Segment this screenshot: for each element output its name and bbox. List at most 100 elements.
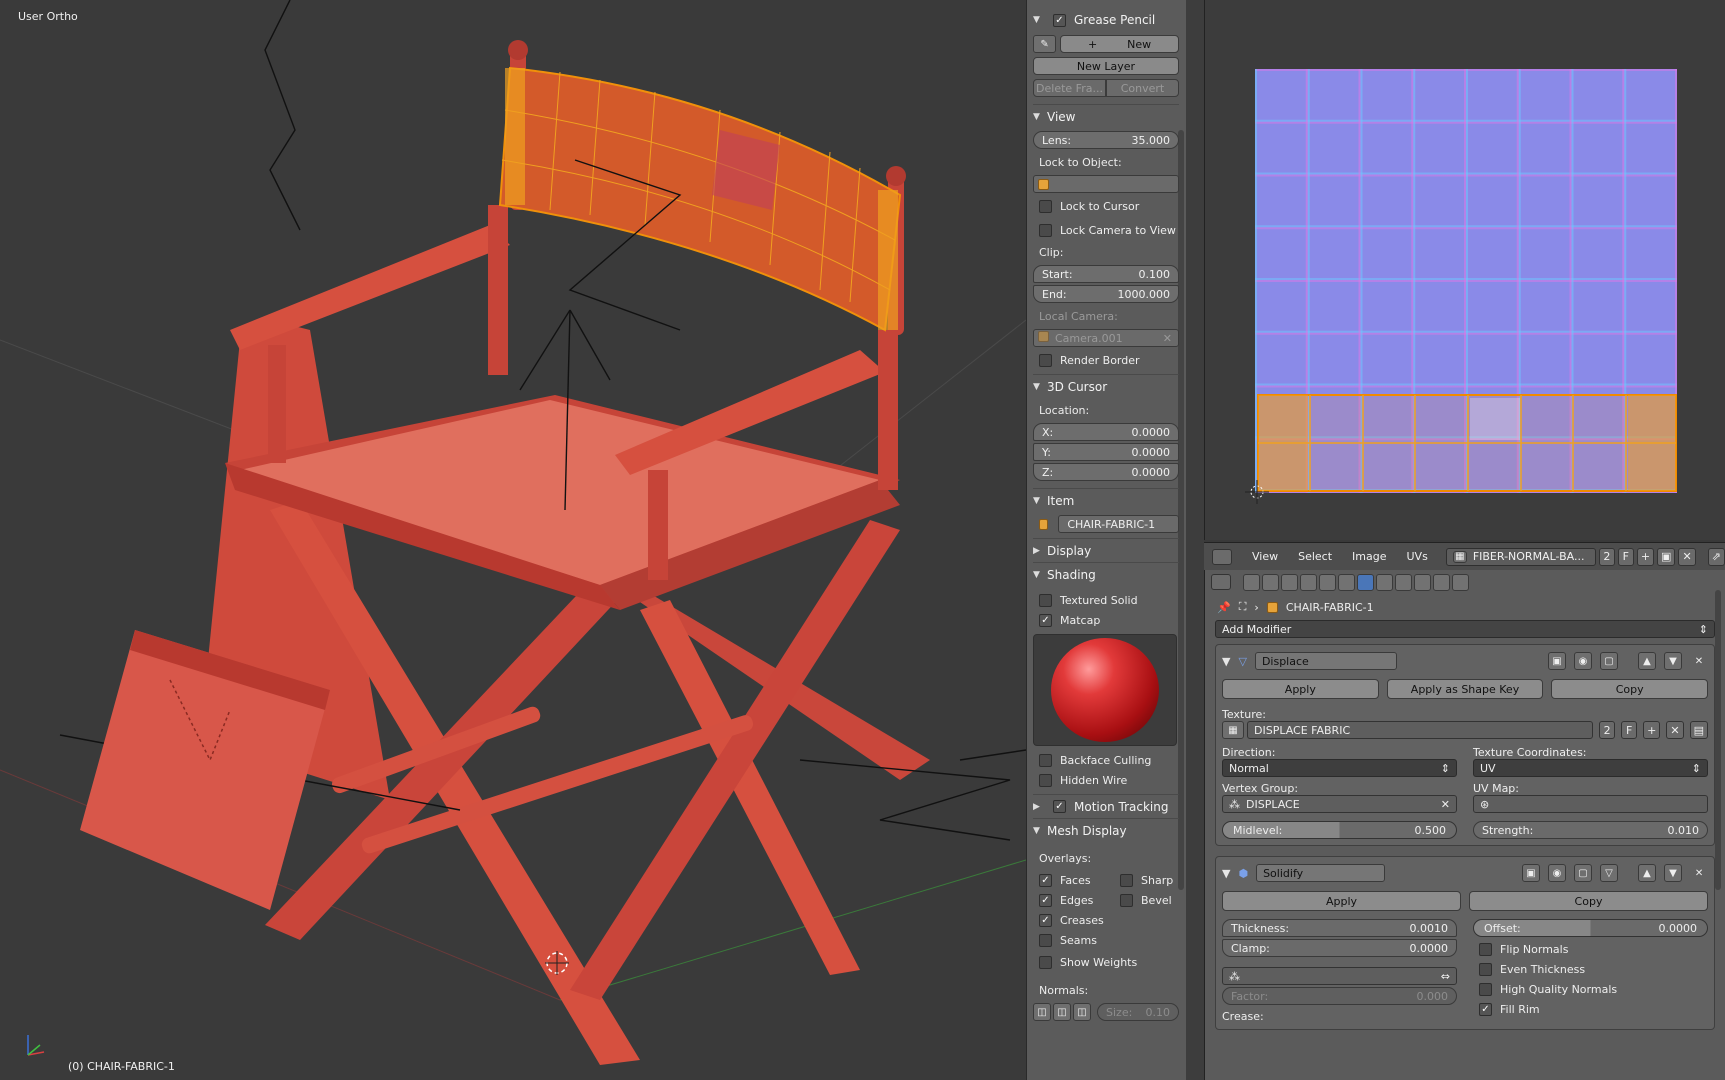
image-users-count[interactable]: 2: [1598, 547, 1615, 566]
thickness-field[interactable]: Thickness: 0.0010: [1222, 919, 1457, 937]
creases-checkbox[interactable]: ✓: [1039, 913, 1052, 927]
sharp-checkbox[interactable]: [1120, 873, 1133, 887]
solidify-copy-button[interactable]: Copy: [1469, 891, 1708, 911]
matcap-checkbox[interactable]: ✓: [1039, 613, 1052, 627]
texture-unlink-icon[interactable]: ✕: [1666, 721, 1684, 739]
flip-normals-checkbox[interactable]: [1479, 942, 1492, 956]
show-weights-checkbox[interactable]: [1039, 955, 1052, 969]
cursor-panel-header[interactable]: ▼ 3D Cursor: [1033, 374, 1179, 398]
lock-object-field[interactable]: [1033, 175, 1179, 193]
motion-tracking-checkbox[interactable]: ✓: [1053, 800, 1066, 813]
face-normal-icon[interactable]: ◫: [1073, 1003, 1091, 1021]
delete-frame-button[interactable]: Delete Fra...: [1033, 79, 1106, 97]
open-image-icon[interactable]: ▣: [1657, 547, 1676, 566]
particles-tab-icon[interactable]: [1433, 573, 1450, 591]
object-name-field[interactable]: CHAIR-FABRIC-1: [1058, 515, 1179, 533]
add-modifier-dropdown[interactable]: Add Modifier ⇕: [1215, 620, 1715, 638]
menu-uvs[interactable]: UVs: [1407, 550, 1428, 563]
invert-x-icon[interactable]: ✕: [1441, 798, 1450, 811]
hidden-wire-checkbox[interactable]: [1039, 773, 1052, 787]
faces-checkbox[interactable]: ✓: [1039, 873, 1052, 887]
render-toggle-icon[interactable]: ▣: [1548, 652, 1566, 670]
split-normal-icon[interactable]: ◫: [1053, 1003, 1071, 1021]
pin-icon[interactable]: ⇗: [1707, 547, 1725, 566]
normal-size-field[interactable]: Size: 0.10: [1097, 1003, 1179, 1021]
new-layer-button[interactable]: New Layer: [1033, 57, 1179, 75]
displace-name-field[interactable]: Displace: [1254, 652, 1398, 670]
cage-toggle-icon[interactable]: ▽: [1600, 864, 1619, 882]
fake-user-button[interactable]: F: [1617, 547, 1634, 566]
textured-solid-checkbox[interactable]: [1039, 593, 1052, 607]
image-browse-icon[interactable]: ▦: [1452, 550, 1467, 563]
new-image-icon[interactable]: +: [1636, 547, 1655, 566]
solidify-vertex-group-field[interactable]: ⁂ ⇔: [1222, 967, 1457, 985]
unlink-image-icon[interactable]: ✕: [1678, 547, 1696, 566]
cursor-y-field[interactable]: Y: 0.0000: [1033, 443, 1179, 461]
clip-start-field[interactable]: Start: 0.100: [1033, 265, 1179, 283]
texture-coordinates-dropdown[interactable]: UV ⇕: [1473, 759, 1708, 777]
move-down-icon[interactable]: ▼: [1664, 864, 1683, 882]
shading-panel-header[interactable]: ▼ Shading: [1033, 562, 1179, 586]
render-toggle-icon[interactable]: ▣: [1522, 864, 1541, 882]
move-up-icon[interactable]: ▲: [1638, 652, 1656, 670]
texture-name-field[interactable]: DISPLACE FABRIC: [1247, 721, 1594, 739]
physics-tab-icon[interactable]: [1452, 573, 1469, 591]
grease-new-button[interactable]: + New: [1060, 35, 1179, 53]
convert-button[interactable]: Convert: [1106, 79, 1179, 97]
invert-icon[interactable]: ⇔: [1441, 970, 1450, 983]
local-camera-field[interactable]: Camera.001 ✕: [1033, 329, 1179, 347]
cursor-z-field[interactable]: Z: 0.0000: [1033, 463, 1179, 481]
constraints-tab-icon[interactable]: [1338, 573, 1355, 591]
world-tab-icon[interactable]: [1300, 573, 1317, 591]
bevel-checkbox[interactable]: [1120, 893, 1133, 907]
menu-select[interactable]: Select: [1298, 550, 1332, 563]
display-panel-header[interactable]: ▶ Display: [1033, 538, 1179, 562]
move-up-icon[interactable]: ▲: [1638, 864, 1657, 882]
vertex-normal-icon[interactable]: ◫: [1033, 1003, 1051, 1021]
edges-checkbox[interactable]: ✓: [1039, 893, 1052, 907]
displace-apply-button[interactable]: Apply: [1222, 679, 1379, 699]
editor-type-icon[interactable]: [1212, 548, 1232, 565]
even-thickness-checkbox[interactable]: [1479, 962, 1492, 976]
factor-field[interactable]: Factor: 0.000: [1222, 987, 1457, 1005]
clamp-field[interactable]: Clamp: 0.0000: [1222, 939, 1457, 957]
clip-end-field[interactable]: End: 1000.000: [1033, 285, 1179, 303]
texture-new-icon[interactable]: +: [1643, 721, 1661, 739]
properties-editor[interactable]: 📌 ⛶ › CHAIR-FABRIC-1 Add Modifier ⇕ ▼ ▽ D…: [1204, 570, 1725, 1080]
material-tab-icon[interactable]: [1395, 573, 1412, 591]
uv-image-editor[interactable]: [1204, 0, 1725, 540]
viewport-toggle-icon[interactable]: ◉: [1574, 652, 1592, 670]
render-border-checkbox[interactable]: [1039, 353, 1052, 367]
texture-users-count[interactable]: 2: [1599, 721, 1616, 739]
texture-tab-icon[interactable]: [1414, 573, 1431, 591]
render-tab-icon[interactable]: [1243, 573, 1260, 591]
move-down-icon[interactable]: ▼: [1664, 652, 1682, 670]
render-layers-tab-icon[interactable]: [1262, 573, 1279, 591]
scene-tab-icon[interactable]: [1281, 573, 1298, 591]
uv-map-field[interactable]: ⊛: [1473, 795, 1708, 813]
collapse-triangle-icon[interactable]: ▼: [1222, 655, 1230, 668]
high-quality-normals-checkbox[interactable]: [1479, 982, 1492, 996]
viewport-toggle-icon[interactable]: ◉: [1548, 864, 1567, 882]
strength-field[interactable]: Strength: 0.010: [1473, 821, 1708, 839]
solidify-apply-button[interactable]: Apply: [1222, 891, 1461, 911]
lock-camera-checkbox[interactable]: [1039, 223, 1052, 237]
close-icon[interactable]: ✕: [1690, 652, 1708, 670]
close-icon[interactable]: ✕: [1690, 864, 1708, 882]
motion-tracking-header[interactable]: ▶ ✓ Motion Tracking: [1033, 794, 1179, 818]
pencil-icon[interactable]: ✎: [1033, 35, 1057, 53]
grease-pencil-header[interactable]: ▼ ✓ Grease Pencil: [1033, 8, 1179, 32]
offset-slider[interactable]: Offset: 0.0000: [1473, 919, 1708, 937]
image-datablock-field[interactable]: ▦ FIBER-NORMAL-BA...: [1445, 547, 1596, 566]
cursor-x-field[interactable]: X: 0.0000: [1033, 423, 1179, 441]
clear-x-icon[interactable]: ✕: [1163, 332, 1172, 345]
texture-browse-icon[interactable]: ▦: [1222, 721, 1244, 739]
backface-culling-checkbox[interactable]: [1039, 753, 1052, 767]
seams-checkbox[interactable]: [1039, 933, 1052, 947]
pin-icon[interactable]: 📌: [1217, 601, 1231, 614]
collapse-triangle-icon[interactable]: ▼: [1222, 867, 1230, 880]
midlevel-slider[interactable]: Midlevel: 0.500: [1222, 821, 1457, 839]
properties-shelf[interactable]: ▼ ✓ Grease Pencil ✎ + New New Layer Delet…: [1026, 0, 1186, 1080]
displace-copy-button[interactable]: Copy: [1551, 679, 1709, 699]
direction-dropdown[interactable]: Normal ⇕: [1222, 759, 1457, 777]
